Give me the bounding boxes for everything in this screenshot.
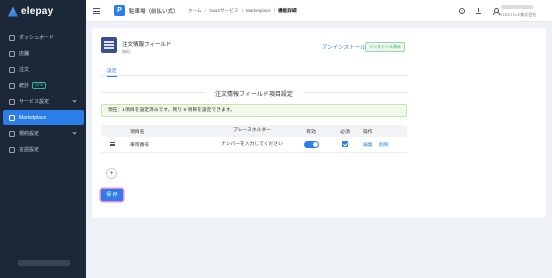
sidebar-item-label: サービス設定: [19, 99, 50, 105]
sidebar-item-store[interactable]: 店舗: [3, 46, 84, 61]
user-icon[interactable]: [492, 8, 500, 15]
app-title: 注文情報フィールド: [122, 42, 172, 48]
elepay-logo-icon: [8, 6, 18, 17]
brand-name: elepay: [21, 6, 54, 17]
top-header: P 駐車場（前払い式） ホーム / SaaSサービス / Marketplace…: [86, 0, 552, 22]
sidebar-item-label: 店舗: [19, 51, 30, 57]
sidebar-item-terms[interactable]: 規約設定: [3, 126, 84, 141]
download-icon[interactable]: [475, 8, 481, 14]
service-icon: [9, 98, 15, 105]
col-header-enabled: 有効: [306, 129, 316, 135]
app-detail-panel: 注文情報フィールド 無料 アンインストール インストール済み 設定 注文情報フィ…: [92, 28, 546, 218]
col-header-required: 必須: [340, 129, 350, 135]
help-icon[interactable]: ?: [459, 8, 465, 14]
field-name: 車両番号: [130, 143, 150, 148]
sidebar-item-service-settings[interactable]: サービス設定: [3, 94, 84, 109]
field-placeholder: ナンバーを入力してください: [220, 141, 284, 147]
terms-icon: [9, 130, 15, 137]
breadcrumb-separator: /: [204, 8, 206, 13]
tab-settings[interactable]: 設定: [107, 67, 117, 77]
notice-banner: 現在：1項目を設定済みです。残り 9 項目を設定できます。: [101, 104, 407, 117]
enabled-toggle[interactable]: [303, 141, 319, 148]
chevron-down-icon: [72, 130, 77, 135]
edit-link[interactable]: 編集: [363, 143, 373, 148]
sidebar-item-label: 規約設定: [19, 131, 40, 137]
fields-table: 項目名 プレースホルダー 有効 必須 操作 車両番号 ナンバーを入力してください…: [101, 125, 407, 153]
tab-bar: 設定: [101, 66, 407, 77]
sidebar-item-stats[interactable]: 統計 NEW: [3, 78, 84, 93]
sidebar-user-blurred: [18, 260, 70, 266]
sidebar-item-marketplace[interactable]: Marketplace: [3, 110, 84, 125]
table-header: 項目名 プレースホルダー 有効 必須 操作: [101, 125, 407, 137]
required-checkbox[interactable]: [342, 141, 348, 148]
store-selector[interactable]: 駐車場（前払い式）: [129, 7, 179, 15]
stats-icon: [9, 82, 15, 89]
chevron-down-icon: [72, 98, 77, 103]
store-app-icon: P: [114, 5, 125, 16]
sidebar-item-label: ダッシュボード: [19, 35, 55, 41]
breadcrumb-current: 機能詳細: [278, 8, 297, 13]
add-field-button[interactable]: +: [106, 168, 117, 179]
drag-handle-icon[interactable]: [110, 141, 115, 146]
language-icon: [9, 146, 15, 153]
menu-toggle-icon[interactable]: [93, 8, 100, 14]
breadcrumb-separator: /: [273, 8, 276, 13]
order-icon: [9, 66, 15, 73]
user-name-blurred: [501, 5, 533, 9]
col-header-name: 項目名: [130, 129, 145, 135]
breadcrumb: ホーム / SaaSサービス / Marketplace / 機能詳細: [188, 8, 297, 14]
col-header-actions: 操作: [363, 129, 373, 135]
sidebar-item-label: 言語設定: [19, 147, 40, 153]
breadcrumb-saas[interactable]: SaaSサービス: [209, 8, 239, 14]
breadcrumb-separator: /: [241, 8, 243, 13]
sidebar-item-orders[interactable]: 注文: [3, 62, 84, 77]
sidebar-item-language[interactable]: 言語設定: [3, 142, 84, 157]
table-row: 車両番号 ナンバーを入力してください 編集 削除: [101, 137, 407, 153]
breadcrumb-home[interactable]: ホーム: [188, 8, 202, 14]
uninstall-link[interactable]: アンインストール: [322, 43, 366, 51]
dashboard-icon: [9, 34, 15, 41]
save-button[interactable]: 保 存: [101, 189, 123, 201]
section-title: 注文情報フィールド項目設定: [215, 92, 293, 98]
col-header-placeholder: プレースホルダー: [232, 128, 272, 133]
breadcrumb-marketplace[interactable]: Marketplace: [246, 8, 271, 14]
new-badge: NEW: [32, 82, 47, 89]
sidebar-item-dashboard[interactable]: ダッシュボード: [3, 30, 84, 45]
sidebar-item-label: 注文: [19, 67, 30, 73]
company-name: ELESTYLE株式会社: [500, 12, 537, 17]
sidebar-nav: ダッシュボード 店舗 注文 統計 NEW サービス設定 Marketplace …: [3, 30, 84, 158]
sidebar: elepay ダッシュボード 店舗 注文 統計 NEW サービス設定 Marke…: [0, 0, 86, 278]
app-price: 無料: [122, 49, 130, 54]
sidebar-item-label: Marketplace: [19, 114, 47, 121]
app-thumbnail-icon: [101, 37, 117, 53]
marketplace-icon: [9, 114, 15, 121]
delete-link[interactable]: 削除: [379, 143, 389, 148]
store-icon: [9, 50, 15, 57]
status-badge: インストール済み: [365, 42, 405, 52]
logo[interactable]: elepay: [8, 6, 53, 17]
sidebar-item-label: 統計: [19, 83, 30, 89]
